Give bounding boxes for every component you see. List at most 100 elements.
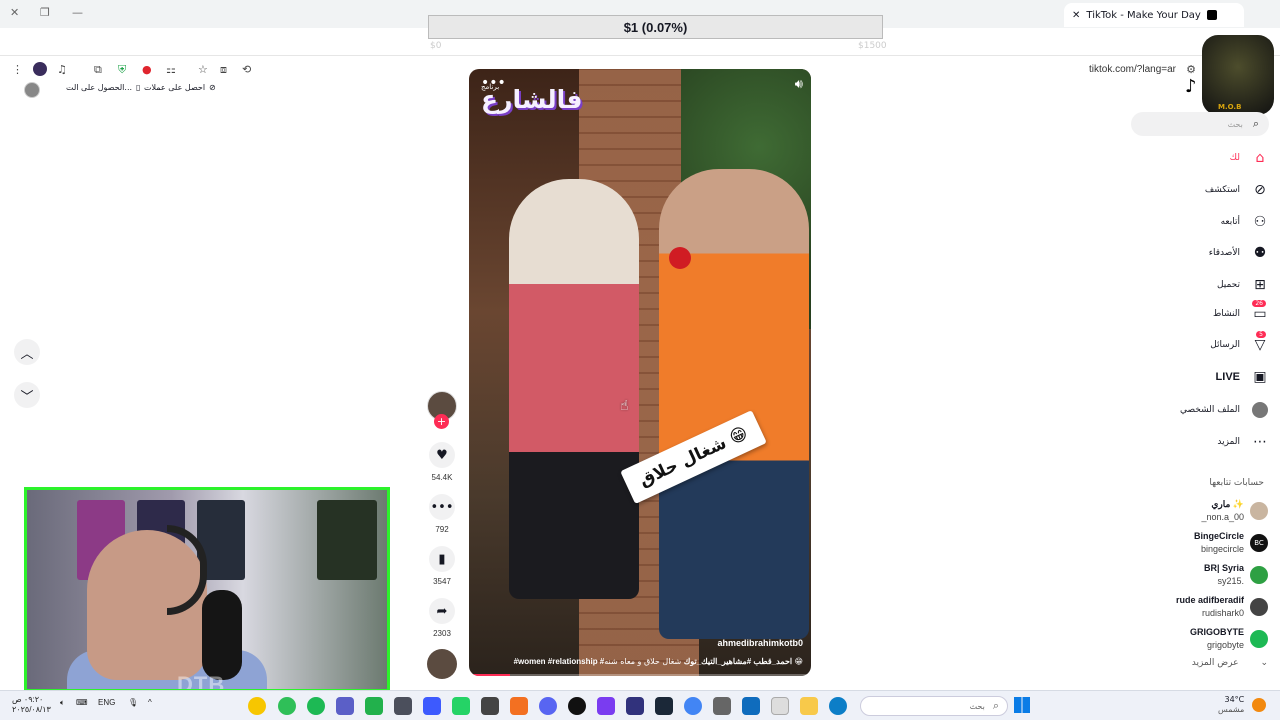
app-icon-steam[interactable] <box>655 697 673 715</box>
account-name: GRIGOBYTE <box>1189 627 1244 637</box>
app-icon-capcut[interactable] <box>481 697 499 715</box>
nav-for-you-label: لك <box>1229 153 1240 163</box>
follow-plus-button[interactable]: + <box>434 414 449 429</box>
bookmark-star-icon[interactable]: ☆ <box>198 63 208 76</box>
nav-activity[interactable]: النشاط ▭ 26 <box>1213 300 1268 322</box>
browser-tab-tiktok[interactable]: ✕ TikTok - Make Your Day <box>1064 3 1244 27</box>
donation-max-label: $1500 <box>858 41 887 51</box>
clock[interactable]: ٠٩:٢٠ ص ٢٠٢٥/٠٨/١٣ <box>12 695 51 715</box>
tray-overflow-icon[interactable]: ^ <box>148 698 152 707</box>
network-tray-icon[interactable]: ⌨ <box>76 698 88 707</box>
comment-icon: ••• <box>429 494 455 520</box>
see-more-button[interactable]: عرض المزيد ⌄ <box>1192 658 1268 668</box>
app-icon-spotify[interactable] <box>307 697 325 715</box>
screen-capture-icon[interactable]: ⧈ <box>220 63 227 77</box>
taskbar-search-input[interactable]: بحث ⌕ <box>860 696 1008 716</box>
nav-upload-label: تحميل <box>1216 280 1240 290</box>
mic-tray-icon[interactable]: 🎙︎ <box>128 698 138 707</box>
restore-window-icon[interactable]: ❐ <box>40 6 50 19</box>
account-item[interactable]: ماري ✨ _non.a_00 <box>1201 498 1268 524</box>
weather-widget[interactable]: 34°C مشمس <box>1218 695 1244 715</box>
app-icon-premiere[interactable] <box>626 697 644 715</box>
language-indicator[interactable]: ENG <box>98 698 115 707</box>
opera-extension-icon[interactable]: ● <box>142 63 152 76</box>
save-action[interactable]: ▮ 3547 <box>427 546 457 586</box>
get-app-link[interactable]: الحصول على الت... ▯ <box>66 83 140 92</box>
app-icon-discord[interactable] <box>539 697 557 715</box>
install-app-icon[interactable]: ⟲ <box>242 63 251 76</box>
taskbar-search-placeholder: بحث <box>969 701 985 711</box>
donation-amount: $1 (0.07%) <box>623 19 688 35</box>
nav-explore[interactable]: استكشف ⊘ <box>1205 182 1268 198</box>
nav-following[interactable]: أتابعه ⚇ <box>1221 214 1268 230</box>
send-icon: ▽ <box>1254 337 1266 353</box>
app-icon-obs[interactable] <box>568 697 586 715</box>
volume-icon[interactable]: 🔊︎ <box>795 77 803 92</box>
search-input[interactable]: بحث ⌕ <box>1131 112 1269 136</box>
nav-messages[interactable]: الرسائل ▽ 5 <box>1210 331 1268 353</box>
get-coins-link[interactable]: احصل على عملات ⊘ <box>144 83 216 92</box>
video-show-logo: برنامج فالشارع <box>481 83 582 114</box>
app-icon-purple[interactable] <box>597 697 615 715</box>
account-item[interactable]: BR| Syria sy215. <box>1204 562 1268 588</box>
like-action[interactable]: ♥ 54.4K <box>427 442 457 482</box>
extensions-icon[interactable]: ⧉ <box>94 63 102 77</box>
app-icon-edge[interactable] <box>829 697 847 715</box>
skull-logo-text: M.O.B <box>1218 103 1242 111</box>
nav-profile-label: الملف الشخصي <box>1180 405 1240 415</box>
translate-extension-icon[interactable]: ⚏ <box>166 63 176 76</box>
minimize-window-icon[interactable]: — <box>72 6 83 19</box>
app-icon-teams[interactable] <box>336 697 354 715</box>
app-icon-xbox[interactable] <box>452 697 470 715</box>
nav-messages-label: الرسائل <box>1210 340 1240 350</box>
app-icon-store[interactable] <box>771 697 789 715</box>
account-username: sy215. <box>1217 576 1244 586</box>
search-placeholder: بحث <box>1227 119 1243 129</box>
upload-icon: ⊞ <box>1254 277 1266 293</box>
close-window-icon[interactable]: ✕ <box>10 6 19 19</box>
app-icon-game[interactable] <box>365 697 383 715</box>
windows-start-icon[interactable] <box>1014 697 1030 713</box>
home-icon: ⌂ <box>1255 150 1265 166</box>
app-icon-monitor[interactable] <box>394 697 412 715</box>
nav-live[interactable]: LIVE ▣ <box>1216 369 1268 385</box>
app-icon-explorer[interactable] <box>800 697 818 715</box>
app-icon-media[interactable] <box>423 697 441 715</box>
account-avatar: BC <box>1250 534 1268 552</box>
video-progress-track[interactable] <box>469 674 811 676</box>
profile-avatar-icon[interactable] <box>33 62 47 76</box>
next-video-button[interactable]: ﹀ <box>14 382 40 408</box>
video-microphone <box>669 247 691 269</box>
account-username: grigobyte <box>1206 640 1244 650</box>
app-icon-illustrator[interactable] <box>510 697 528 715</box>
menu-dots-icon[interactable]: ⋮ <box>12 63 23 76</box>
chevron-up-icon: ︿ <box>20 346 34 362</box>
tab-close-icon[interactable]: ✕ <box>1072 10 1080 21</box>
nav-for-you[interactable]: لك ⌂ <box>1230 150 1268 166</box>
tiktok-logo-icon[interactable]: ♪ <box>1185 76 1197 97</box>
app-icon-settings[interactable] <box>713 697 731 715</box>
previous-video-button[interactable]: ︿ <box>14 339 40 365</box>
volume-tray-icon[interactable]: 🔈︎ <box>60 698 65 708</box>
user-avatar[interactable] <box>24 82 40 98</box>
comment-action[interactable]: ••• 792 <box>427 494 457 534</box>
video-author[interactable]: ahmedibrahimkotb0 <box>717 638 803 648</box>
account-item[interactable]: rude adifberadif rudishark0 <box>1176 594 1268 620</box>
share-action[interactable]: ➦ 2303 <box>427 598 457 638</box>
media-icon[interactable]: ♫ <box>57 63 67 76</box>
shield-extension-icon[interactable]: ⛨ <box>118 63 126 77</box>
video-caption: #women #relationship #احمد_قطب #مشاهير_ا… <box>477 657 803 666</box>
app-icon-whatsapp[interactable] <box>278 697 296 715</box>
account-item[interactable]: BingeCircle bingecircle BC <box>1194 530 1268 556</box>
nav-profile[interactable]: الملف الشخصي <box>1180 402 1268 418</box>
next-video-creator-avatar[interactable] <box>427 649 457 679</box>
windows-taskbar: ٠٩:٢٠ ص ٢٠٢٥/٠٨/١٣ 🔈︎ ⌨ ENG 🎙︎ ^ بحث ⌕ 3… <box>0 690 1280 720</box>
account-item[interactable]: GRIGOBYTE grigobyte <box>1190 626 1268 652</box>
nav-upload[interactable]: تحميل ⊞ <box>1217 277 1268 293</box>
app-icon-outlook[interactable] <box>742 697 760 715</box>
nav-more[interactable]: المزيد ⋯ <box>1217 434 1268 450</box>
nav-friends[interactable]: الأصدقاء ⚉ <box>1209 245 1268 261</box>
app-icon-norton[interactable] <box>248 697 266 715</box>
app-icon-chrome[interactable] <box>684 697 702 715</box>
video-player[interactable]: ••• برنامج فالشارع 🔊︎ شغال حلاق 😁 ahmedi… <box>469 69 811 676</box>
